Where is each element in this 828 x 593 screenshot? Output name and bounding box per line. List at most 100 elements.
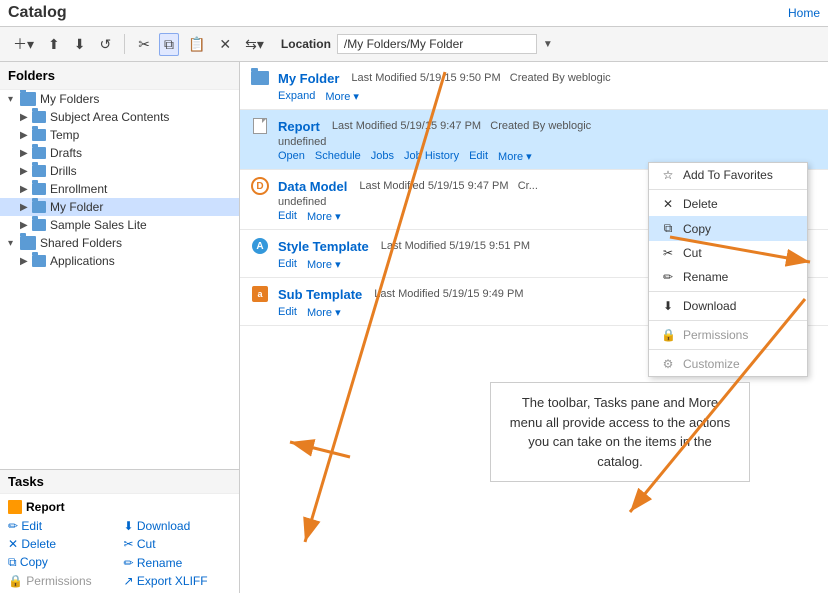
data-model-icon: D xyxy=(250,176,270,196)
sidebar-item-sample-sales[interactable]: ▶ Sample Sales Lite xyxy=(0,216,239,234)
edit-action[interactable]: Edit xyxy=(278,210,297,223)
more-action[interactable]: More ▾ xyxy=(325,90,359,103)
tasks-rename[interactable]: ✏ Rename xyxy=(124,554,232,571)
job-history-action[interactable]: Job History xyxy=(404,150,459,163)
separator xyxy=(649,349,807,350)
download-icon: ⬇ xyxy=(661,299,675,313)
arrow-icon: ▶ xyxy=(20,148,32,159)
cm-permissions: 🔒 Permissions xyxy=(649,323,807,347)
download-toolbar-button[interactable]: ⬇ xyxy=(69,33,91,56)
sidebar-item-enrollment[interactable]: ▶ Enrollment xyxy=(0,180,239,198)
tasks-pane: Tasks Report ✏ Edit ⬇ Download ✕ Delete … xyxy=(0,469,239,593)
cm-label: Customize xyxy=(683,357,740,371)
separator xyxy=(649,189,807,190)
expand-action[interactable]: Expand xyxy=(278,90,315,103)
sidebar-item-applications[interactable]: ▶ Applications xyxy=(0,252,239,270)
folder-tree[interactable]: ▾ My Folders ▶ Subject Area Contents ▶ T… xyxy=(0,90,239,469)
tasks-report-name: Report xyxy=(8,498,231,518)
tasks-permissions: 🔒 Permissions xyxy=(8,573,116,589)
edit-action[interactable]: Edit xyxy=(278,258,297,271)
sidebar-item-label: My Folder xyxy=(50,200,103,214)
sidebar-item-drills[interactable]: ▶ Drills xyxy=(0,162,239,180)
cm-copy[interactable]: ⧉ Copy xyxy=(649,216,807,241)
item-meta: Last Modified 5/19/15 9:49 PM xyxy=(374,288,523,300)
refresh-button[interactable]: ↺ xyxy=(95,33,117,56)
sidebar-item-drafts[interactable]: ▶ Drafts xyxy=(0,144,239,162)
content-item-my-folder: My Folder Last Modified 5/19/15 9:50 PM … xyxy=(240,62,828,110)
tasks-download[interactable]: ⬇ Download xyxy=(124,518,232,534)
open-action[interactable]: Open xyxy=(278,150,305,163)
cm-rename[interactable]: ✏ Rename xyxy=(649,265,807,289)
cut-icon: ✂ xyxy=(661,246,675,260)
new-button[interactable]: ＋▾ xyxy=(8,31,39,57)
item-name[interactable]: Report xyxy=(278,119,320,134)
report-icon xyxy=(250,116,270,136)
upload-button[interactable]: ⬆ xyxy=(43,33,65,56)
sidebar-item-shared-folders[interactable]: ▾ Shared Folders xyxy=(0,234,239,252)
location-bar: Location /My Folders/My Folder ▼ xyxy=(281,34,553,54)
cut-button[interactable]: ✂ xyxy=(133,33,155,56)
item-name[interactable]: My Folder xyxy=(278,71,339,86)
edit-action[interactable]: Edit xyxy=(469,150,488,163)
tasks-cut[interactable]: ✂ Cut xyxy=(124,536,232,552)
app-header: Catalog Home xyxy=(0,0,828,27)
schedule-action[interactable]: Schedule xyxy=(315,150,361,163)
tasks-title: Tasks xyxy=(0,470,239,494)
copy-icon: ⧉ xyxy=(661,221,675,236)
cm-delete[interactable]: ✕ Delete xyxy=(649,192,807,216)
folder-icon xyxy=(32,201,46,213)
sidebar-item-subject-area[interactable]: ▶ Subject Area Contents xyxy=(0,108,239,126)
item-name[interactable]: Sub Template xyxy=(278,287,362,302)
star-icon: ☆ xyxy=(661,168,675,182)
cm-label: Cut xyxy=(683,246,702,260)
tasks-copy[interactable]: ⧉ Copy xyxy=(8,554,116,571)
location-dropdown-icon[interactable]: ▼ xyxy=(543,39,553,50)
more-action[interactable]: More ▾ xyxy=(307,306,341,319)
tasks-export-xliff[interactable]: ↗ Export XLIFF xyxy=(124,573,232,589)
sidebar-item-label: Enrollment xyxy=(50,182,107,196)
folder-icon xyxy=(250,68,270,88)
arrow-icon: ▶ xyxy=(20,184,32,195)
more-action[interactable]: More ▾ xyxy=(307,258,341,271)
more-action[interactable]: More ▾ xyxy=(307,210,341,223)
cm-customize: ⚙ Customize xyxy=(649,352,807,376)
more-action[interactable]: More ▾ xyxy=(498,150,532,163)
item-meta: Last Modified 5/19/15 9:50 PM Created By… xyxy=(351,72,610,84)
cm-cut[interactable]: ✂ Cut xyxy=(649,241,807,265)
folder-icon xyxy=(20,92,36,106)
arrow-icon: ▶ xyxy=(20,256,32,267)
cm-add-favorites[interactable]: ☆ Add To Favorites xyxy=(649,163,807,187)
sidebar-item-temp[interactable]: ▶ Temp xyxy=(0,126,239,144)
cm-download[interactable]: ⬇ Download xyxy=(649,294,807,318)
tasks-edit[interactable]: ✏ Edit xyxy=(8,518,116,534)
tasks-delete[interactable]: ✕ Delete xyxy=(8,536,116,552)
item-subtext: undefined xyxy=(250,136,818,148)
separator xyxy=(649,291,807,292)
separator1 xyxy=(124,34,125,54)
tasks-label: Tasks xyxy=(8,474,44,489)
location-path[interactable]: /My Folders/My Folder xyxy=(337,34,537,54)
sub-template-icon: a xyxy=(250,284,270,304)
arrow-icon: ▶ xyxy=(20,112,32,123)
sidebar-item-my-folder[interactable]: ▶ My Folder xyxy=(0,198,239,216)
delete-button[interactable]: ✕ xyxy=(214,33,236,56)
sub-template-image: a xyxy=(252,286,268,302)
tasks-actions: ✏ Edit ⬇ Download ✕ Delete ✂ Cut ⧉ Copy … xyxy=(8,518,231,589)
jobs-action[interactable]: Jobs xyxy=(371,150,394,163)
report-name-label: Report xyxy=(26,500,65,514)
report-image xyxy=(253,118,267,134)
gear-icon: ⚙ xyxy=(661,357,675,371)
item-name[interactable]: Data Model xyxy=(278,179,347,194)
paste-button[interactable]: 📋 xyxy=(183,33,210,56)
folder-icon xyxy=(32,111,46,123)
sidebar-item-my-folders[interactable]: ▾ My Folders xyxy=(0,90,239,108)
item-name[interactable]: Style Template xyxy=(278,239,369,254)
delete-icon: ✕ xyxy=(661,197,675,211)
move-button[interactable]: ⇆▾ xyxy=(240,33,269,56)
folders-section-title: Folders xyxy=(0,62,239,90)
home-link[interactable]: Home xyxy=(788,6,820,20)
copy-button[interactable]: ⧉ xyxy=(159,33,179,56)
edit-action[interactable]: Edit xyxy=(278,306,297,319)
folder-icon xyxy=(32,183,46,195)
cm-label: Download xyxy=(683,299,736,313)
